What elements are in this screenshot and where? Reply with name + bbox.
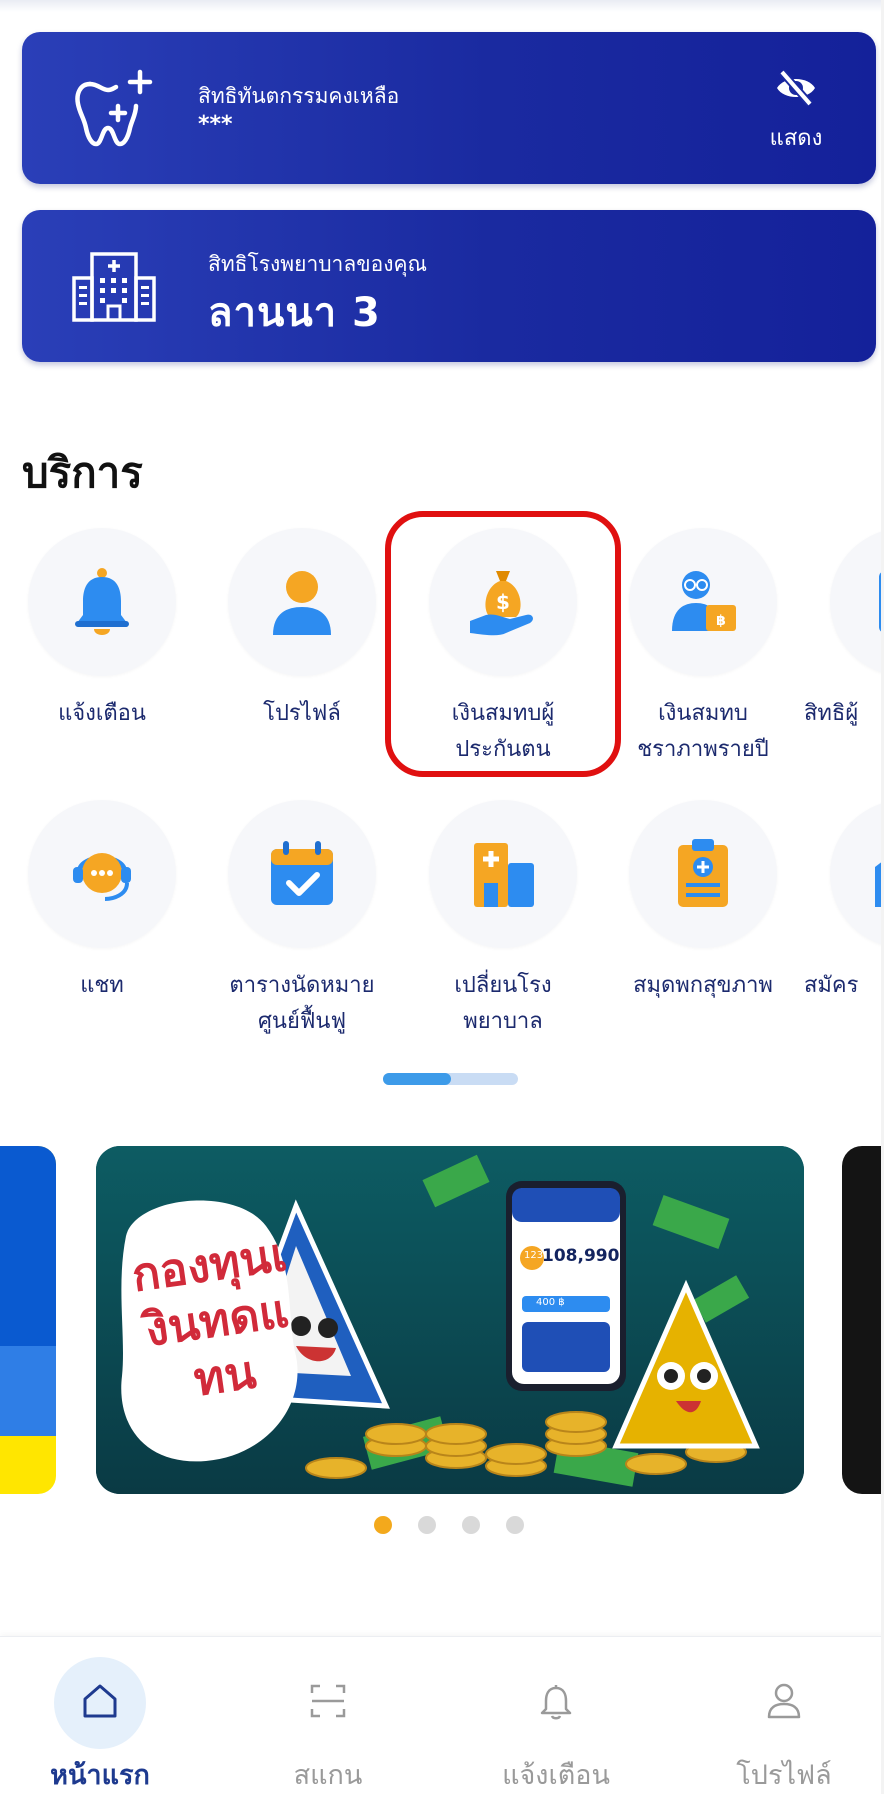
dental-rights-label: สิทธิทันตกรรมคงเหลือ — [198, 84, 400, 108]
nav-icon-wrap — [738, 1657, 830, 1749]
icon-bubble — [228, 528, 376, 676]
icon-bubble — [429, 800, 577, 948]
highlight-frame — [385, 511, 621, 777]
hospital-rights-card[interactable]: สิทธิโรงพยาบาลของคุณ ลานนา 3 — [22, 210, 876, 362]
person-icon — [273, 571, 331, 635]
nav-icon-wrap — [282, 1657, 374, 1749]
phone-amount: 108,990 — [542, 1246, 620, 1266]
service-label: เงินสมทบชราภาพรายปี — [637, 701, 769, 762]
nav-home[interactable]: หน้าแรก — [0, 1637, 200, 1794]
tooth-plus-icon — [75, 69, 153, 147]
bell-outline-icon — [540, 1685, 572, 1720]
hospital-rights-label: สิทธิโรงพยาบาลของคุณ — [208, 252, 427, 276]
nav-label: แจ้งเตือน — [502, 1760, 610, 1791]
services-title: บริการ — [22, 448, 143, 497]
home-screen: สิทธิทันตกรรมคงเหลือ *** แสดง สิทธิโรงพย… — [0, 0, 884, 1794]
icon-bubble: ฿ — [629, 528, 777, 676]
nav-icon-wrap — [510, 1657, 602, 1749]
bottom-navigation: หน้าแรก สแกน แจ้งเตือน โปรไฟล์ — [0, 1636, 884, 1794]
banner-title: กองทุนเงินทดแทน — [128, 1226, 292, 1407]
banner-shape — [0, 1346, 56, 1436]
service-label: แจ้งเตือน — [58, 701, 146, 726]
hospital-icon — [72, 252, 156, 322]
dental-rights-value: *** — [198, 112, 233, 137]
bell-icon — [75, 568, 129, 635]
profile-outline-icon — [767, 1683, 801, 1719]
icon-bubble — [830, 528, 884, 676]
home-icon — [83, 1684, 117, 1718]
icon-bubble — [629, 800, 777, 948]
eye-off-icon — [777, 69, 815, 107]
show-balance-button[interactable]: แสดง — [756, 64, 836, 154]
icon-bubble — [28, 800, 176, 948]
services-scroll-thumb[interactable] — [383, 1073, 451, 1085]
scan-icon — [310, 1684, 346, 1718]
hospital-name: ลานนา 3 — [208, 290, 381, 336]
nav-icon-wrap — [54, 1657, 146, 1749]
service-label: สิทธิผู้ — [804, 701, 859, 726]
service-label: แชท — [80, 973, 124, 998]
chat-headset-icon — [73, 853, 131, 901]
service-label: ตารางนัดหมายศูนย์ฟื้นฟู — [229, 973, 375, 1034]
icon-bubble — [228, 800, 376, 948]
service-label: โปรไฟล์ — [263, 701, 341, 726]
nav-notifications[interactable]: แจ้งเตือน — [456, 1637, 656, 1794]
phone-badge: 123 — [524, 1250, 544, 1261]
elder-pension-icon: ฿ — [672, 571, 736, 631]
nav-scan[interactable]: สแกน — [228, 1637, 428, 1794]
icon-bubble — [830, 800, 884, 948]
banner-compensation-fund[interactable]: กองทุนเงินทดแทน 108,990 123 400 ฿ — [96, 1146, 804, 1494]
service-label: เปลี่ยนโรงพยาบาล — [454, 973, 552, 1034]
nav-profile[interactable]: โปรไฟล์ — [684, 1637, 884, 1794]
service-label: สมัคร — [804, 973, 859, 998]
service-label: สมุดพกสุขภาพ — [633, 973, 773, 998]
carousel-dot[interactable] — [374, 1516, 392, 1534]
carousel-dot[interactable] — [506, 1516, 524, 1534]
carousel-dot[interactable] — [418, 1516, 436, 1534]
dental-rights-card[interactable]: สิทธิทันตกรรมคงเหลือ *** แสดง — [22, 32, 876, 184]
show-label: แสดง — [769, 126, 823, 151]
nav-label: โปรไฟล์ — [736, 1760, 832, 1791]
carousel-dot[interactable] — [462, 1516, 480, 1534]
calendar-check-icon — [271, 841, 333, 905]
top-edge — [0, 0, 884, 12]
svg-text:฿: ฿ — [716, 613, 726, 629]
hospital-building-icon — [474, 843, 534, 907]
banner-previous[interactable] — [0, 1146, 56, 1494]
nav-label: สแกน — [293, 1760, 363, 1791]
health-clipboard-icon — [678, 839, 728, 907]
banner-next[interactable] — [842, 1146, 884, 1494]
nav-label: หน้าแรก — [50, 1760, 150, 1791]
icon-bubble — [28, 528, 176, 676]
phone-small-amount: 400 ฿ — [536, 1297, 565, 1308]
banner-shape — [0, 1146, 56, 1346]
